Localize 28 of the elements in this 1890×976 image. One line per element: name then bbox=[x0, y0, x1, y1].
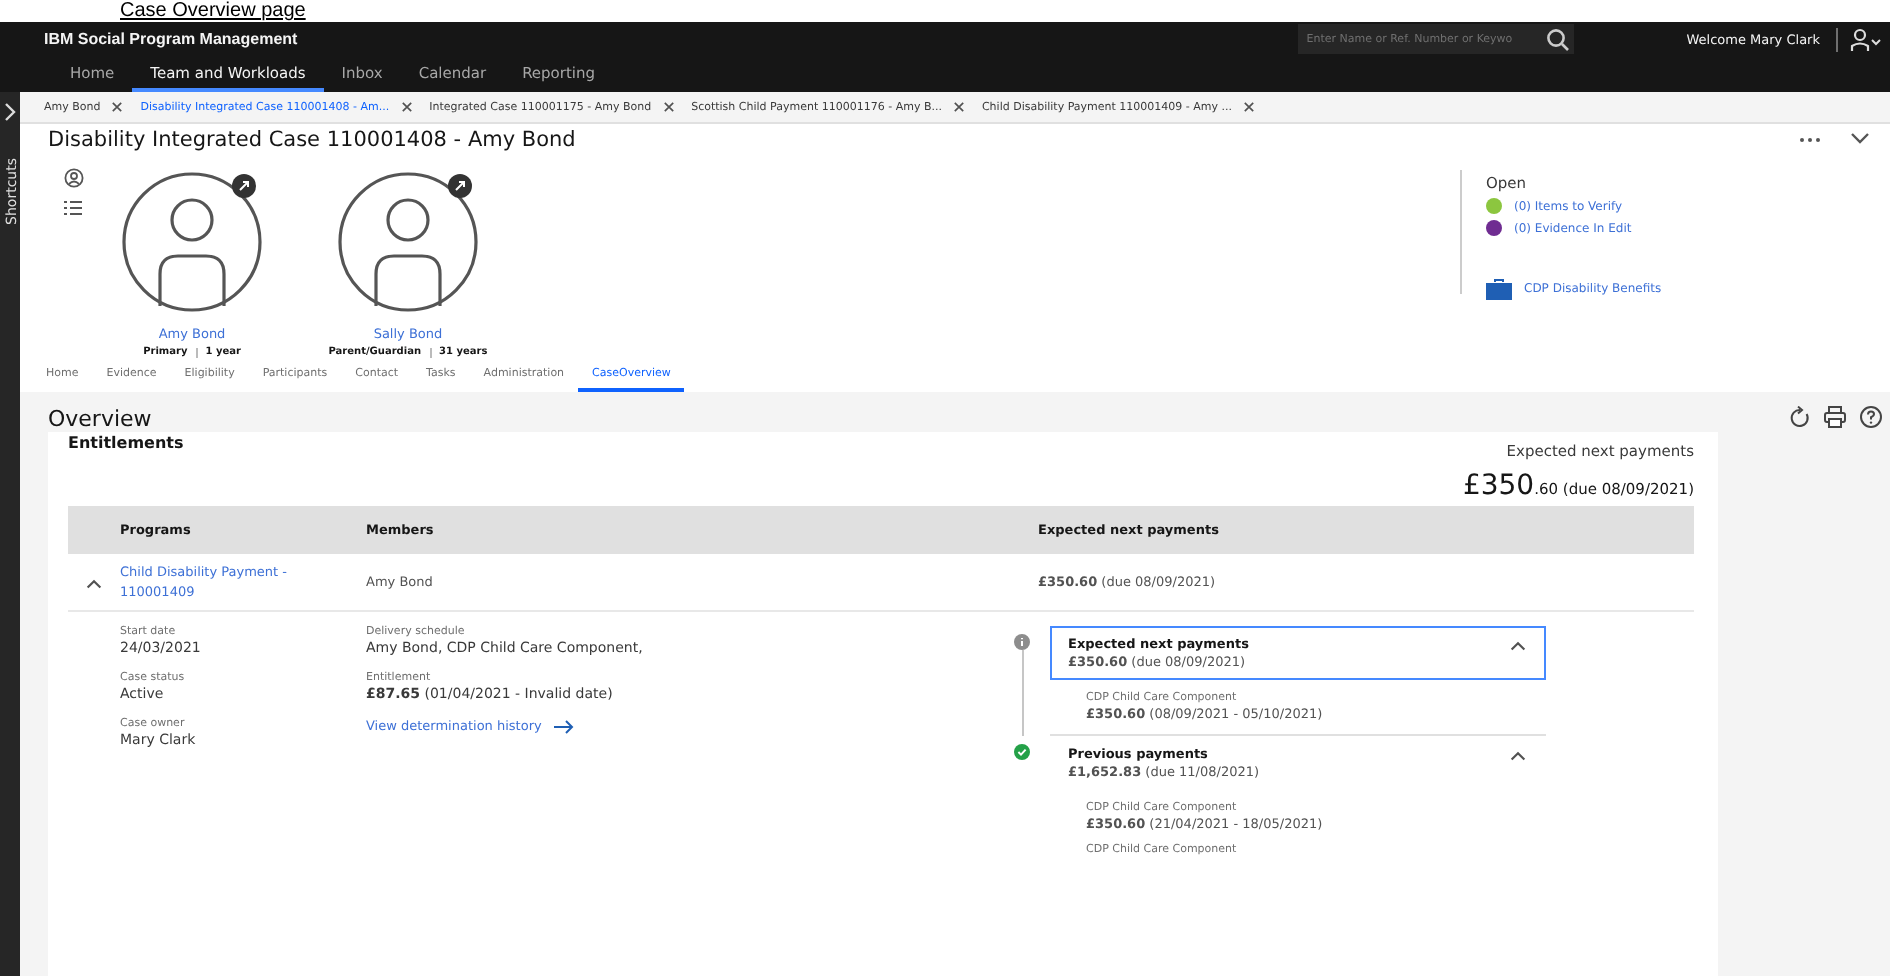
close-icon[interactable] bbox=[110, 100, 125, 114]
refresh-icon[interactable] bbox=[1790, 405, 1810, 427]
help-icon[interactable] bbox=[1860, 405, 1882, 427]
briefcase-icon bbox=[1486, 278, 1512, 300]
print-icon[interactable] bbox=[1824, 405, 1846, 427]
expand-icon[interactable] bbox=[2, 102, 18, 122]
overflow-menu-icon[interactable] bbox=[1798, 135, 1822, 143]
section-title: Entitlements bbox=[68, 432, 184, 456]
list-icon[interactable] bbox=[64, 200, 82, 216]
link-badge-icon[interactable] bbox=[232, 174, 256, 198]
user-icon[interactable] bbox=[1850, 27, 1882, 51]
person-icon[interactable] bbox=[64, 168, 84, 188]
page-heading: Case Overview page bbox=[120, 0, 306, 22]
chevron-up-icon[interactable] bbox=[1508, 636, 1528, 654]
link-badge-icon[interactable] bbox=[448, 174, 472, 198]
close-icon[interactable] bbox=[1242, 100, 1256, 114]
case-title: Disability Integrated Case 110001408 - Amy Bond bbox=[48, 127, 578, 151]
close-icon[interactable] bbox=[951, 100, 966, 114]
arrow-right-icon bbox=[553, 719, 574, 733]
avatar-icon bbox=[336, 170, 480, 314]
chevron-up-icon[interactable] bbox=[1508, 746, 1528, 764]
avatar-icon bbox=[120, 170, 264, 314]
close-icon[interactable] bbox=[661, 100, 676, 114]
overview-title: Overview bbox=[48, 408, 154, 432]
app-title: IBM Social Program Management bbox=[44, 30, 300, 48]
search-icon[interactable] bbox=[1542, 24, 1575, 54]
chevron-down-icon[interactable] bbox=[1850, 132, 1870, 146]
close-icon[interactable] bbox=[399, 100, 414, 114]
